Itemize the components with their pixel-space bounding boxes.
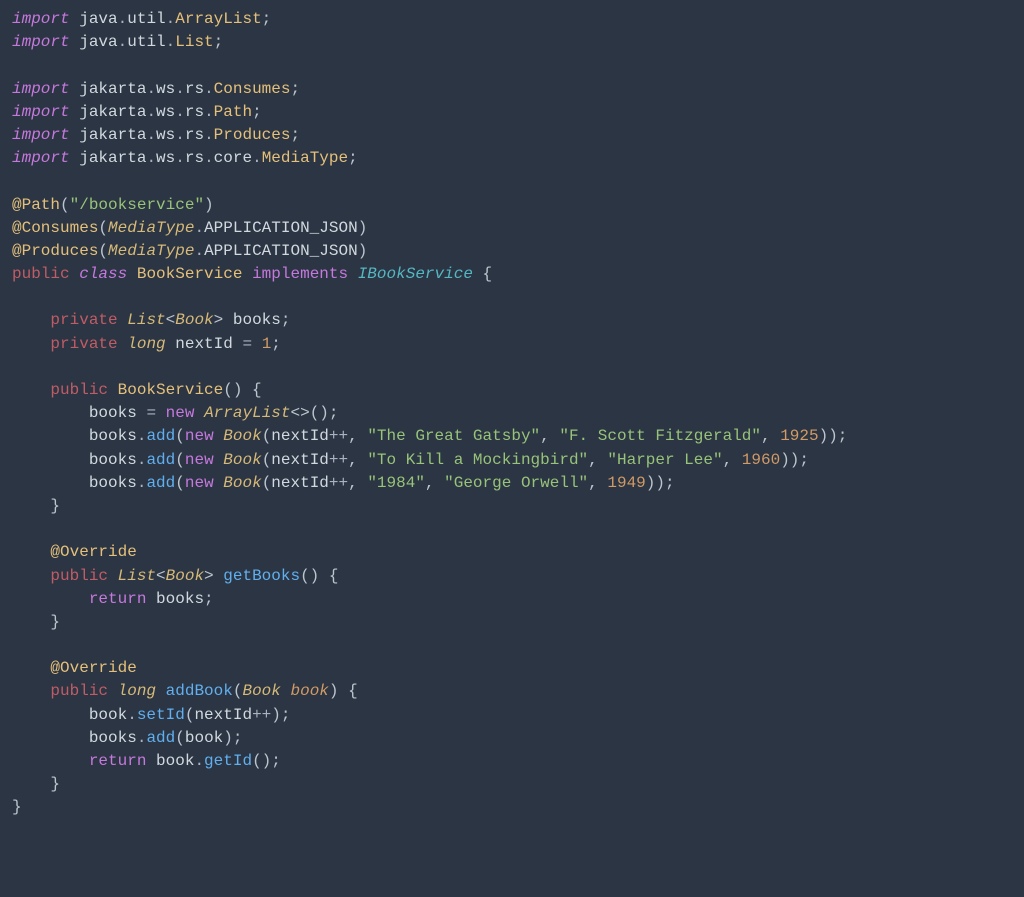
code-line[interactable]: public long addBook(Book book) { — [12, 682, 358, 700]
code-line[interactable]: private long nextId = 1; — [12, 335, 281, 353]
code-line[interactable]: return book.getId(); — [12, 752, 281, 770]
code-line[interactable]: public List<Book> getBooks() { — [12, 567, 338, 585]
code-line[interactable]: import java.util.ArrayList; — [12, 10, 271, 28]
code-line[interactable]: private List<Book> books; — [12, 311, 291, 329]
code-line[interactable]: books.add(new Book(nextId++, "To Kill a … — [12, 451, 809, 469]
code-line[interactable]: import jakarta.ws.rs.Consumes; — [12, 80, 300, 98]
code-line[interactable]: } — [12, 798, 22, 816]
code-line[interactable]: book.setId(nextId++); — [12, 706, 290, 724]
code-line[interactable]: import jakarta.ws.rs.Produces; — [12, 126, 300, 144]
code-line[interactable]: @Override — [12, 543, 137, 561]
code-line[interactable]: @Override — [12, 659, 137, 677]
code-line[interactable]: @Produces(MediaType.APPLICATION_JSON) — [12, 242, 367, 260]
code-line[interactable]: import jakarta.ws.rs.Path; — [12, 103, 262, 121]
code-line[interactable]: books.add(book); — [12, 729, 242, 747]
code-line[interactable]: } — [12, 775, 60, 793]
code-line[interactable]: public BookService() { — [12, 381, 262, 399]
code-line[interactable]: } — [12, 613, 60, 631]
code-line[interactable]: import java.util.List; — [12, 33, 223, 51]
code-line[interactable]: books = new ArrayList<>(); — [12, 404, 339, 422]
code-line[interactable]: } — [12, 497, 60, 515]
keyword-import: import — [12, 10, 70, 28]
code-line[interactable]: @Path("/bookservice") — [12, 196, 214, 214]
code-editor-pane[interactable]: import java.util.ArrayList; import java.… — [0, 0, 1024, 897]
code-line[interactable]: books.add(new Book(nextId++, "1984", "Ge… — [12, 474, 675, 492]
code-line[interactable]: return books; — [12, 590, 214, 608]
code-line[interactable]: books.add(new Book(nextId++, "The Great … — [12, 427, 847, 445]
code-line[interactable]: import jakarta.ws.rs.core.MediaType; — [12, 149, 358, 167]
code-line[interactable]: public class BookService implements IBoo… — [12, 265, 492, 283]
code-line[interactable]: @Consumes(MediaType.APPLICATION_JSON) — [12, 219, 367, 237]
